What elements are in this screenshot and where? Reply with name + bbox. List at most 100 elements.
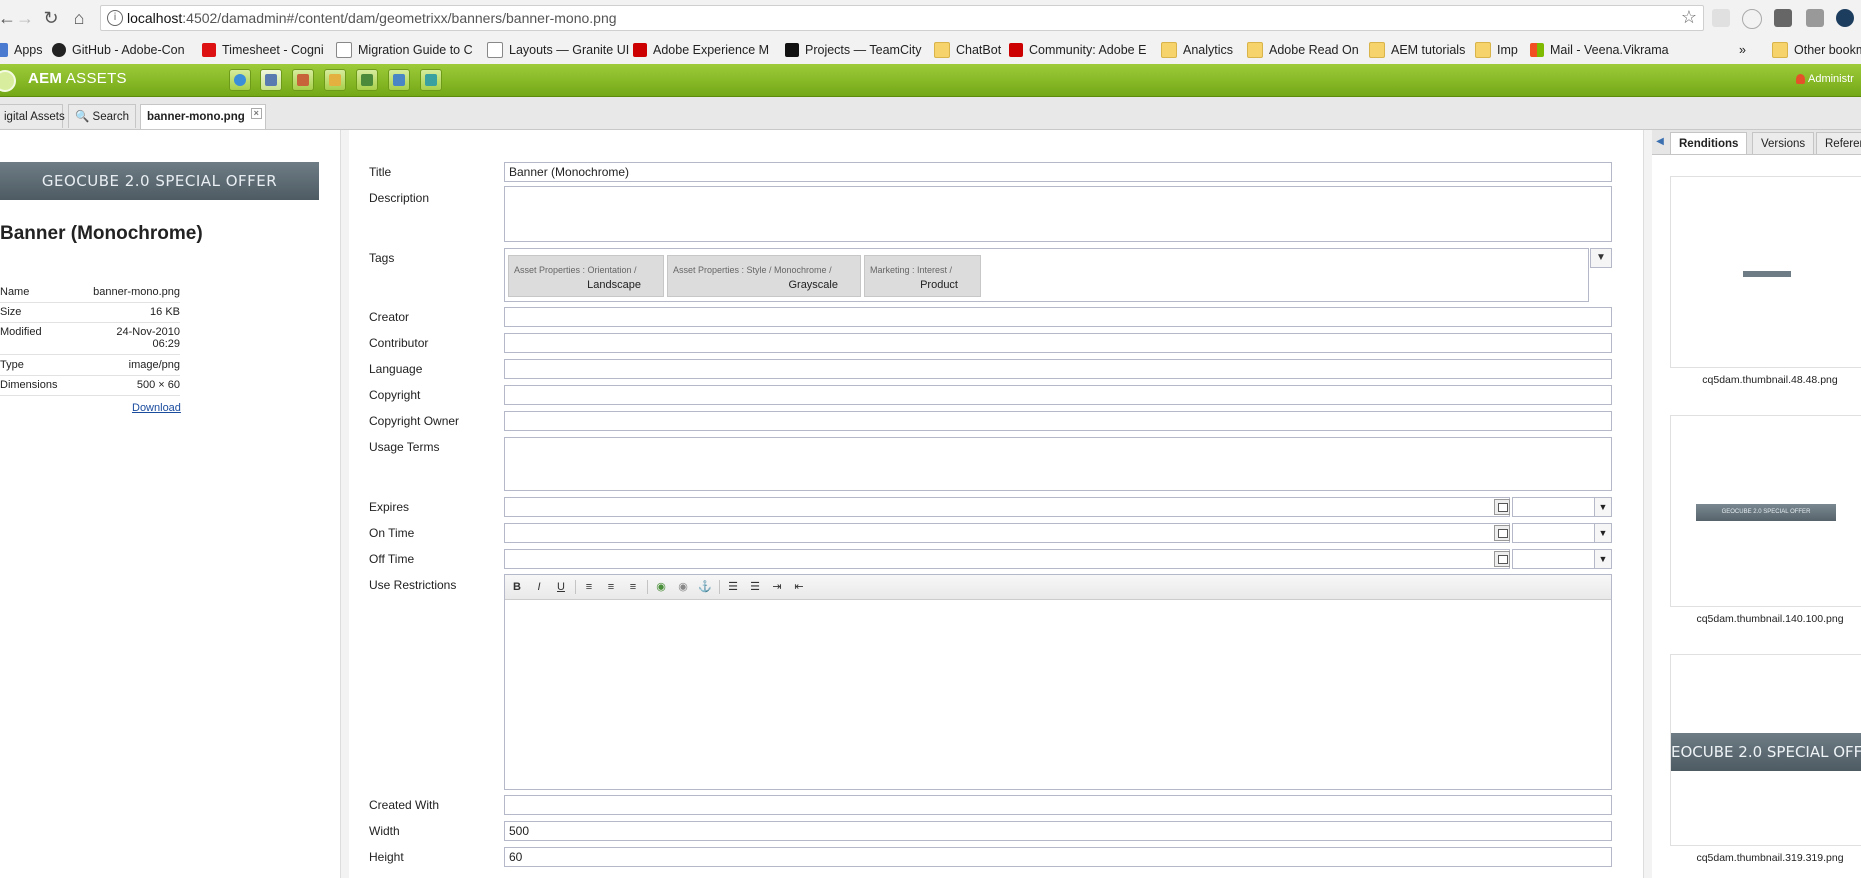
collapse-arrow-icon[interactable]: ◀ <box>1652 133 1668 151</box>
bullet-list-icon[interactable]: ☰ <box>725 579 741 595</box>
folder-icon <box>1247 42 1263 58</box>
created-with-field[interactable] <box>504 795 1612 815</box>
rendition-thumbnail[interactable] <box>1670 176 1861 368</box>
align-center-icon[interactable]: ≡ <box>603 579 619 595</box>
unlink-icon[interactable]: ◉ <box>675 579 691 595</box>
extension-icon[interactable] <box>1742 9 1762 29</box>
anchor-icon[interactable]: ⚓ <box>697 579 713 595</box>
tab-digital-assets[interactable]: igital Assets <box>0 104 65 128</box>
tagging-button[interactable] <box>420 69 442 91</box>
use-restrictions-editor[interactable]: B I U ≡ ≡ ≡ ◉ ◉ ⚓ ☰ ☰ ⇥ ⇤ <box>504 574 1612 790</box>
forward-icon[interactable]: → <box>14 7 36 29</box>
calendar-icon[interactable] <box>1494 499 1510 515</box>
tab-renditions[interactable]: Renditions <box>1670 132 1748 154</box>
calendar-icon[interactable] <box>1494 551 1510 567</box>
align-right-icon[interactable]: ≡ <box>625 579 641 595</box>
off-time-time-field[interactable]: ▼ <box>1512 549 1612 569</box>
tab-search[interactable]: 🔍 Search <box>68 104 136 128</box>
extension-icon[interactable] <box>1836 9 1854 27</box>
tools-button[interactable] <box>388 69 410 91</box>
bookmark-other[interactable]: Other bookm <box>1772 42 1861 58</box>
bookmark-mail[interactable]: Mail - Veena.Vikrama <box>1530 42 1669 58</box>
folder-icon <box>934 42 950 58</box>
tags-dropdown-button[interactable]: ▼ <box>1590 248 1612 268</box>
close-tab-icon[interactable]: × <box>250 108 262 119</box>
users-button[interactable] <box>356 69 378 91</box>
copyright-owner-field[interactable] <box>504 411 1612 431</box>
width-field[interactable]: 500 <box>504 821 1612 841</box>
tab-references[interactable]: Referen <box>1816 132 1861 154</box>
digital-assets-button[interactable] <box>260 69 282 91</box>
expires-date-field[interactable] <box>504 497 1510 517</box>
link-icon[interactable]: ◉ <box>653 579 669 595</box>
reload-icon[interactable]: ↻ <box>40 7 62 29</box>
bookmark-imp[interactable]: Imp <box>1475 42 1518 58</box>
bookmark-analytics[interactable]: Analytics <box>1161 42 1233 58</box>
on-time-time-field[interactable]: ▼ <box>1512 523 1612 543</box>
off-time-date-field[interactable] <box>504 549 1510 569</box>
tab-strip: igital Assets 🔍 Search banner-mono.png × <box>0 97 1861 130</box>
underline-button[interactable]: U <box>553 579 569 595</box>
bookmark-timesheet[interactable]: Timesheet - Cogni <box>202 42 324 58</box>
tags-field[interactable]: Asset Properties : Orientation / Landscap… <box>504 248 1589 302</box>
tag-chip[interactable]: Asset Properties : Orientation / Landscap… <box>508 255 664 297</box>
title-field[interactable]: Banner (Monochrome) <box>504 162 1612 182</box>
expires-time-field[interactable]: ▼ <box>1512 497 1612 517</box>
bookmark-migration-guide[interactable]: Migration Guide to C <box>336 42 473 58</box>
height-field[interactable]: 60 <box>504 847 1612 867</box>
bookmark-chatbot[interactable]: ChatBot <box>934 42 1001 58</box>
extension-icon[interactable] <box>1712 9 1730 27</box>
aem-header: AEM ASSETS Administr <box>0 64 1861 97</box>
folder-icon <box>1475 42 1491 58</box>
info-icon[interactable]: i <box>107 10 123 26</box>
chevron-down-icon[interactable]: ▼ <box>1594 550 1611 568</box>
creator-field[interactable] <box>504 307 1612 327</box>
contributor-field[interactable] <box>504 333 1612 353</box>
language-field[interactable] <box>504 359 1612 379</box>
label-contributor: Contributor <box>369 336 429 350</box>
calendar-icon[interactable] <box>1494 525 1510 541</box>
rendition-thumbnail[interactable]: EOCUBE 2.0 SPECIAL OFFER <box>1670 654 1861 846</box>
home-icon[interactable]: ⌂ <box>68 7 90 29</box>
align-left-icon[interactable]: ≡ <box>581 579 597 595</box>
download-link[interactable]: Download <box>132 402 181 414</box>
chevron-down-icon[interactable]: ▼ <box>1594 498 1611 516</box>
description-field[interactable] <box>504 186 1612 242</box>
on-time-date-field[interactable] <box>504 523 1510 543</box>
indent-icon[interactable]: ⇥ <box>769 579 785 595</box>
bookmark-community-adobe[interactable]: Community: Adobe E <box>1009 42 1146 58</box>
bold-button[interactable]: B <box>509 579 525 595</box>
chevron-down-icon[interactable]: ▼ <box>1594 524 1611 542</box>
tag-chip[interactable]: Marketing : Interest / Product <box>864 255 981 297</box>
outdent-icon[interactable]: ⇤ <box>791 579 807 595</box>
numbered-list-icon[interactable]: ☰ <box>747 579 763 595</box>
user-menu[interactable]: Administr <box>1796 73 1854 85</box>
bookmark-teamcity[interactable]: Projects — TeamCity <box>785 42 921 58</box>
bookmarks-overflow[interactable]: » <box>1739 42 1746 58</box>
extension-icon[interactable] <box>1774 9 1792 27</box>
copyright-field[interactable] <box>504 385 1612 405</box>
address-bar[interactable]: i localhost:4502/damadmin#/content/dam/g… <box>100 5 1704 31</box>
rendition-image <box>1743 271 1791 277</box>
bookmark-star-icon[interactable]: ☆ <box>1681 7 1697 28</box>
timesheet-icon <box>202 43 216 57</box>
extension-icon[interactable] <box>1806 9 1824 27</box>
websites-button[interactable] <box>229 69 251 91</box>
bookmark-adobe-read-on[interactable]: Adobe Read On <box>1247 42 1359 58</box>
tab-banner-mono[interactable]: banner-mono.png × <box>140 104 266 129</box>
label-title: Title <box>369 165 392 179</box>
campaigns-button[interactable] <box>292 69 314 91</box>
tag-chip[interactable]: Asset Properties : Style / Monochrome / G… <box>667 255 861 297</box>
italic-button[interactable]: I <box>531 579 547 595</box>
label-copyright-owner: Copyright Owner <box>369 414 460 428</box>
rendition-thumbnail[interactable]: GEOCUBE 2.0 SPECIAL OFFER <box>1670 415 1861 607</box>
usage-terms-field[interactable] <box>504 437 1612 491</box>
bookmark-github[interactable]: GitHub - Adobe-Con <box>52 42 185 58</box>
bookmark-layouts[interactable]: Layouts — Granite UI <box>487 42 629 58</box>
bookmark-aem-tutorials[interactable]: AEM tutorials <box>1369 42 1465 58</box>
tab-versions[interactable]: Versions <box>1752 132 1815 154</box>
bookmark-apps[interactable]: Apps <box>0 42 43 58</box>
label-on-time: On Time <box>369 526 415 540</box>
inbox-button[interactable] <box>324 69 346 91</box>
bookmark-adobe-experience[interactable]: Adobe Experience M <box>633 42 769 58</box>
